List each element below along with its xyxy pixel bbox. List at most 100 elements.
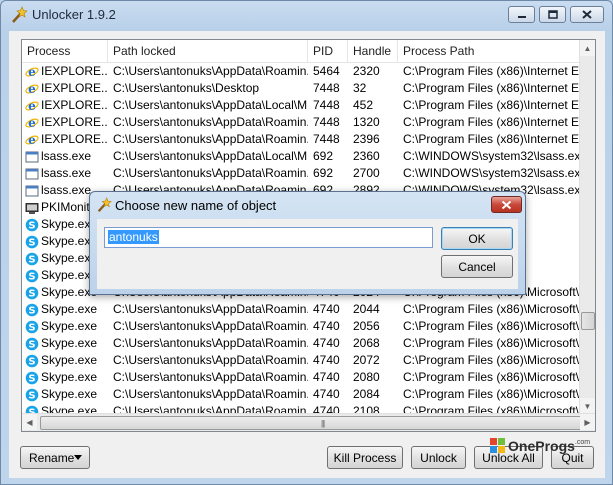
title-bar[interactable]: Unlocker 1.9.2 — [1, 1, 612, 29]
table-row[interactable]: S Skype.exe C:\Users\antonuks\AppData\Roam… — [22, 352, 582, 369]
handle-cell: 2068 — [353, 336, 380, 350]
column-header-process-path[interactable]: Process Path — [398, 40, 582, 62]
handle-cell: 2700 — [353, 166, 380, 180]
table-row[interactable]: e IEXPLORE.... C:\Users\antonuks\AppData\R… — [22, 131, 582, 148]
process-cell: lsass.exe — [22, 148, 108, 165]
handle-cell: 2320 — [353, 64, 380, 78]
table-row[interactable]: S Skype.exe C:\Users\antonuks\AppData\Roam… — [22, 369, 582, 386]
svg-text:S: S — [28, 305, 35, 316]
column-header-process[interactable]: Process — [22, 40, 108, 62]
cancel-button[interactable]: Cancel — [441, 255, 513, 278]
rename-dialog: Choose new name of object antonuks OK Ca… — [89, 191, 526, 295]
pid-cell: 7448 — [313, 81, 340, 95]
watermark-suffix: .com — [574, 438, 591, 446]
table-row[interactable]: S Skype.exe C:\Users\antonuks\AppData\Roam… — [22, 301, 582, 318]
svg-text:S: S — [28, 356, 35, 367]
scroll-down-arrow-icon[interactable]: ▼ — [580, 398, 595, 414]
svg-text:e: e — [28, 82, 36, 96]
path-cell: C:\Users\antonuks\AppData\Roamin... — [113, 370, 308, 384]
pid-cell: 7448 — [313, 132, 340, 146]
svg-text:S: S — [28, 322, 35, 333]
handle-cell: 2360 — [353, 149, 380, 163]
pid-cell: 4740 — [313, 353, 340, 367]
kill-process-button[interactable]: Kill Process — [327, 446, 403, 469]
ppath-cell: C:\Program Files (x86)\Microsoft\Sk — [403, 387, 582, 401]
watermark-text: OneProgs — [508, 438, 575, 454]
table-row[interactable]: e IEXPLORE.... C:\Users\antonuks\Desktop 74… — [22, 80, 582, 97]
pid-cell: 4740 — [313, 336, 340, 350]
pki-monitor-icon — [25, 202, 39, 214]
minimize-button[interactable] — [508, 6, 535, 23]
table-row[interactable]: S Skype.exe C:\Users\antonuks\AppData\Roam… — [22, 386, 582, 403]
process-cell: S Skype.exe — [22, 318, 108, 335]
process-name: IEXPLORE.... — [41, 98, 108, 112]
scroll-left-arrow-icon[interactable]: ◀ — [22, 414, 37, 430]
ok-button[interactable]: OK — [441, 227, 513, 250]
table-row[interactable]: S Skype.exe C:\Users\antonuks\AppData\Roam… — [22, 335, 582, 352]
column-header-pid[interactable]: PID — [308, 40, 348, 62]
path-cell: C:\Users\antonuks\AppData\Roamin... — [113, 132, 308, 146]
svg-text:e: e — [28, 133, 36, 147]
wand-icon — [12, 6, 28, 23]
handle-cell: 2084 — [353, 387, 380, 401]
ppath-cell: C:\Program Files (x86)\Microsoft\Sk — [403, 353, 582, 367]
dialog-close-button[interactable] — [491, 196, 522, 213]
table-row[interactable]: lsass.exe C:\Users\antonuks\AppData\Local… — [22, 148, 582, 165]
vertical-scrollbar[interactable]: ▲ ▼ — [579, 40, 595, 414]
skype-icon: S — [25, 354, 39, 367]
table-row[interactable]: e IEXPLORE.... C:\Users\antonuks\AppData\R… — [22, 114, 582, 131]
path-cell: C:\Users\antonuks\AppData\Roamin... — [113, 353, 308, 367]
table-row[interactable]: e IEXPLORE.... C:\Users\antonuks\AppData\L… — [22, 97, 582, 114]
handle-cell: 452 — [353, 98, 374, 112]
svg-text:S: S — [28, 390, 35, 401]
internet-explorer-icon: e — [25, 65, 39, 79]
close-button[interactable] — [570, 6, 604, 23]
pid-cell: 4740 — [313, 319, 340, 333]
skype-icon: S — [25, 269, 39, 282]
scroll-up-arrow-icon[interactable]: ▲ — [580, 40, 595, 56]
new-name-input-value: antonuks — [108, 230, 159, 244]
maximize-button[interactable] — [539, 6, 566, 23]
ppath-cell: C:\Program Files (x86)\Microsoft\Sk — [403, 336, 582, 350]
ppath-cell: C:\Program Files (x86)\Internet Exp — [403, 64, 582, 78]
svg-text:e: e — [28, 116, 36, 130]
handle-cell: 32 — [353, 81, 367, 95]
new-name-input[interactable]: antonuks — [104, 227, 433, 248]
process-cell: e IEXPLORE.... — [22, 131, 108, 148]
close-icon — [501, 200, 512, 209]
path-cell: C:\Users\antonuks\AppData\Local\M... — [113, 149, 308, 163]
ppath-cell: C:\Program Files (x86)\Internet Exp — [403, 98, 582, 112]
table-row[interactable]: S Skype.exe C:\Users\antonuks\AppData\Roam… — [22, 318, 582, 335]
skype-icon: S — [25, 371, 39, 384]
handle-cell: 2080 — [353, 370, 380, 384]
table-row[interactable]: lsass.exe C:\Users\antonuks\AppData\Roami… — [22, 165, 582, 182]
process-cell: lsass.exe — [22, 165, 108, 182]
skype-icon: S — [25, 303, 39, 316]
skype-icon: S — [25, 286, 39, 299]
scroll-right-arrow-icon[interactable]: ▶ — [580, 414, 595, 430]
internet-explorer-icon: e — [25, 133, 39, 147]
process-name: Skype.exe — [41, 370, 98, 384]
process-cell: e IEXPLORE.... — [22, 114, 108, 131]
vertical-scroll-thumb[interactable] — [581, 312, 595, 330]
horizontal-scroll-thumb[interactable]: ||| — [40, 416, 582, 430]
path-cell: C:\Users\antonuks\Desktop — [113, 81, 260, 95]
column-header-handle[interactable]: Handle — [348, 40, 398, 62]
pid-cell: 4740 — [313, 387, 340, 401]
skype-icon: S — [25, 337, 39, 350]
action-dropdown-value: Rename — [29, 450, 75, 465]
wand-icon — [97, 197, 112, 212]
path-cell: C:\Users\antonuks\AppData\Local\M... — [113, 98, 308, 112]
horizontal-scrollbar[interactable]: ◀ ||| ▶ — [22, 413, 595, 431]
table-row[interactable]: e IEXPLORE.... C:\Users\antonuks\AppData\R… — [22, 63, 582, 80]
action-dropdown[interactable]: Rename — [20, 446, 90, 469]
dialog-title: Choose new name of object — [115, 198, 277, 213]
unlock-button[interactable]: Unlock — [411, 446, 466, 469]
chevron-down-icon — [74, 455, 82, 460]
internet-explorer-icon: e — [25, 82, 39, 96]
skype-icon: S — [25, 252, 39, 265]
process-cell: e IEXPLORE.... — [22, 97, 108, 114]
pid-cell: 5464 — [313, 64, 340, 78]
column-header-path-locked[interactable]: Path locked — [108, 40, 308, 62]
window-title: Unlocker 1.9.2 — [32, 7, 116, 22]
